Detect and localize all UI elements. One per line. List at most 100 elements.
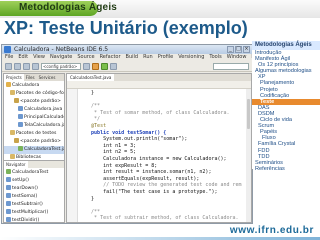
code-line: */ <box>79 222 242 223</box>
code-line: } <box>79 195 95 202</box>
package-icon <box>14 138 19 143</box>
tree-item[interactable]: tearDown() <box>4 185 64 193</box>
tree-item-label: testSoma() <box>12 194 38 199</box>
tree-item[interactable]: TelaCalculadora.java <box>4 122 64 130</box>
tree-item-label: CalculadoraTest <box>12 170 49 175</box>
sidebar-heading: Metodologias Ágeis <box>255 42 312 48</box>
menu-item[interactable]: Source <box>77 54 94 61</box>
code-line: /** <box>79 208 101 215</box>
editor-tabs: CalculadoraTest.java <box>67 74 251 81</box>
test-file-icon <box>18 146 23 151</box>
tree-item[interactable]: testSoma() <box>4 193 64 201</box>
java-file-icon <box>18 122 23 127</box>
folder-icon <box>10 90 15 95</box>
tree-item-label: Calculadora.java <box>24 107 63 112</box>
menu-item[interactable]: Navigate <box>50 54 72 61</box>
top-banner: Metodologias Ágeis <box>0 0 320 18</box>
tab-projects[interactable]: Projects <box>4 74 24 81</box>
code-line: int n1 = 3; <box>79 142 137 149</box>
editor-toolbar <box>67 81 251 89</box>
tree-item[interactable]: <pacote padrão> <box>4 98 64 106</box>
navigator-tabs: Navigator <box>4 161 64 168</box>
tree-item[interactable]: <pacote padrão> <box>4 138 64 146</box>
tree-item[interactable]: testMultiplicar() <box>4 209 64 217</box>
tree-item[interactable]: testDividir() <box>4 217 64 222</box>
netbeans-icon <box>4 46 11 53</box>
projects-pane-tabs: Projects Files Services <box>4 74 64 81</box>
sidebar-item[interactable]: Referências <box>252 166 320 172</box>
tree-item[interactable]: testSubtrair() <box>4 201 64 209</box>
tree-item-label: Pacotes de testes <box>16 131 57 136</box>
tree-item[interactable]: CalculadoraTest <box>4 169 64 177</box>
minimize-icon[interactable]: _ <box>227 46 234 53</box>
project-icon <box>6 82 11 87</box>
package-icon <box>14 98 19 103</box>
new-project-icon[interactable] <box>14 62 21 70</box>
slide-title: XP: Teste Unitário (exemplo) <box>4 18 248 38</box>
java-file-icon <box>18 114 23 119</box>
menu-item[interactable]: Refactor <box>100 54 121 61</box>
save-all-icon[interactable] <box>32 62 39 70</box>
menu-item[interactable]: Build <box>126 54 139 61</box>
folder-icon <box>10 130 15 135</box>
tree-item-label: testMultiplicar() <box>12 210 49 215</box>
code-line: * Test of subtrair method, of class Calc… <box>79 215 239 222</box>
tab-services[interactable]: Services <box>37 74 58 81</box>
tree-item-label: TelaCalculadora.java <box>24 123 64 128</box>
code-line: } <box>79 90 95 96</box>
tree-item[interactable]: Pacotes de código-fonte <box>4 90 64 98</box>
menu-item[interactable]: Profile <box>158 54 174 61</box>
navigator-tree: CalculadoraTest setUp() tearDown() testSoma… <box>4 168 64 222</box>
clean-build-icon[interactable] <box>92 62 99 70</box>
new-file-icon[interactable] <box>5 62 12 70</box>
maximize-icon[interactable]: □ <box>235 46 242 53</box>
tree-item[interactable]: setUp() <box>4 177 64 185</box>
tree-item[interactable]: Calculadora <box>4 82 64 90</box>
tab-calculadoratest[interactable]: CalculadoraTest.java <box>67 74 115 81</box>
folder-icon <box>10 154 15 159</box>
menu-item[interactable]: Run <box>143 54 153 61</box>
tab-navigator[interactable]: Navigator <box>4 161 28 168</box>
tree-item-label: CalculadoraTest.java <box>24 147 64 152</box>
java-file-icon <box>6 217 11 222</box>
tree-item[interactable]: PrincipalCalculadora.java <box>4 114 64 122</box>
java-file-icon <box>6 185 11 190</box>
line-gutter <box>67 89 78 222</box>
ide-panes: Projects Files Services Calculadora Pacotes… <box>2 73 252 223</box>
debug-icon[interactable] <box>110 62 117 70</box>
menu-item[interactable]: Edit <box>18 54 28 61</box>
code-line: * Test of somar method, of class Calcula… <box>79 109 230 116</box>
scrollbar-thumb[interactable] <box>247 99 250 129</box>
tree-item[interactable]: Pacotes de testes <box>4 130 64 138</box>
tree-item[interactable]: CalculadoraTest.java <box>4 146 64 154</box>
tree-item-label: setUp() <box>12 178 29 183</box>
code-lines: } /** * Test of somar method, of class C… <box>79 90 242 223</box>
menu-item[interactable]: Tools <box>209 54 221 61</box>
code-line: Calculadora instance = new Calculadora()… <box>79 155 227 162</box>
close-icon[interactable]: × <box>243 46 250 53</box>
menu-item[interactable]: Versioning <box>178 54 204 61</box>
code-line: */ <box>79 116 101 123</box>
code-line: // TODO review the generated test code a… <box>79 182 242 189</box>
tree-item-label: Calculadora <box>12 83 40 88</box>
build-icon[interactable] <box>83 62 90 70</box>
menu-item[interactable]: File <box>5 54 13 61</box>
window-controls: _ □ × <box>227 46 250 53</box>
menu-item[interactable]: Window <box>227 54 247 61</box>
run-icon[interactable] <box>101 62 108 70</box>
java-file-icon <box>6 177 11 182</box>
configuration-select[interactable]: <config padrão> <box>41 62 81 70</box>
menu-item[interactable]: View <box>33 54 45 61</box>
editor-body[interactable]: } /** * Test of somar method, of class C… <box>67 89 251 223</box>
sidebar-outline: Introdução Manifesto Ágil Os 12 princípios… <box>252 50 320 172</box>
window-titlebar: Calculadora - NetBeans IDE 6.5 _ □ × <box>2 45 252 54</box>
tree-item[interactable]: Calculadora.java <box>4 106 64 114</box>
open-project-icon[interactable] <box>23 62 30 70</box>
search-input[interactable] <box>213 62 249 70</box>
tab-files[interactable]: Files <box>24 74 37 81</box>
ide-toolbar: <config padrão> <box>2 61 252 72</box>
vertical-scrollbar[interactable] <box>246 89 251 222</box>
code-line: @Test <box>79 122 107 129</box>
